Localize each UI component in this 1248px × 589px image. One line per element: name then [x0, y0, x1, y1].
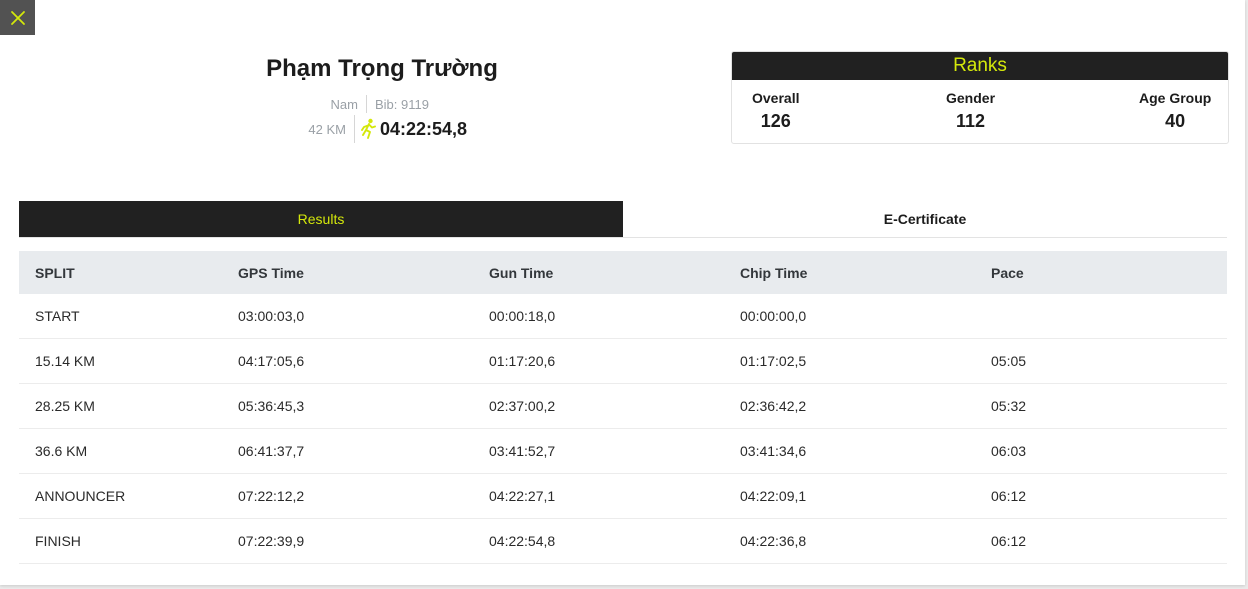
pace: 06:12	[975, 473, 1227, 519]
gps-time: 07:22:12,2	[222, 473, 473, 519]
rank-label: Age Group	[1139, 90, 1212, 106]
chip-time: 00:00:00,0	[724, 294, 975, 339]
table-row: FINISH 07:22:39,9 04:22:54,8 04:22:36,8 …	[19, 518, 1227, 564]
rank-overall: Overall 126	[752, 90, 799, 132]
close-icon	[10, 10, 25, 25]
table-row: 36.6 KM 06:41:37,7 03:41:52,7 03:41:34,6…	[19, 428, 1227, 474]
split-name: ANNOUNCER	[19, 473, 222, 519]
gps-time: 05:36:45,3	[222, 383, 473, 429]
split-name: 15.14 KM	[19, 338, 222, 384]
table-row: 28.25 KM 05:36:45,3 02:37:00,2 02:36:42,…	[19, 383, 1227, 429]
gps-time: 03:00:03,0	[222, 294, 473, 339]
table-row: 15.14 KM 04:17:05,6 01:17:20,6 01:17:02,…	[19, 338, 1227, 384]
rank-value: 112	[955, 111, 986, 131]
athlete-meta-row: Nam Bib: 9119	[300, 95, 429, 113]
column-header-gun-time: Gun Time	[489, 264, 554, 281]
gun-time: 00:00:18,0	[473, 294, 724, 339]
rank-label: Gender	[946, 90, 996, 106]
pace: 06:03	[975, 428, 1227, 474]
pace	[975, 294, 1227, 339]
ranks-card: Ranks Overall 126 Gender 112 Age Group 4…	[731, 51, 1229, 144]
split-name: START	[19, 294, 222, 339]
table-header-row: SPLIT GPS Time Gun Time Chip Time Pace	[19, 251, 1227, 294]
gun-time: 04:22:54,8	[473, 518, 724, 564]
split-name: 28.25 KM	[19, 383, 222, 429]
athlete-bib: Bib: 9119	[375, 96, 429, 112]
athlete-name: Phạm Trọng Trường	[266, 55, 498, 82]
table-row: ANNOUNCER 07:22:12,2 04:22:27,1 04:22:09…	[19, 473, 1227, 519]
column-header-pace: Pace	[991, 264, 1024, 281]
runner-icon	[361, 118, 376, 139]
split-name: FINISH	[19, 518, 222, 564]
divider	[366, 95, 367, 113]
athlete-result-row: 42 KM 04:22:54,8	[300, 115, 467, 143]
tab-e-certificate[interactable]: E-Certificate	[623, 201, 1227, 237]
column-header-split: SPLIT	[35, 264, 75, 281]
tab-results[interactable]: Results	[19, 201, 623, 237]
pace: 05:05	[975, 338, 1227, 384]
finish-time: 04:22:54,8	[380, 118, 468, 139]
gps-time: 07:22:39,9	[222, 518, 473, 564]
split-name: 36.6 KM	[19, 428, 222, 474]
gps-time: 06:41:37,7	[222, 428, 473, 474]
rank-value: 40	[1165, 111, 1186, 131]
athlete-gender: Nam	[330, 96, 358, 112]
gun-time: 02:37:00,2	[473, 383, 724, 429]
chip-time: 04:22:36,8	[724, 518, 975, 564]
ranks-title: Ranks	[732, 52, 1228, 80]
splits-table: SPLIT GPS Time Gun Time Chip Time Pace S…	[19, 251, 1227, 564]
rank-label: Overall	[752, 90, 800, 106]
result-modal: Phạm Trọng Trường Nam Bib: 9119 42 KM 04…	[0, 0, 1245, 585]
rank-gender: Gender 112	[946, 90, 995, 132]
gun-time: 03:41:52,7	[473, 428, 724, 474]
table-row: START 03:00:03,0 00:00:18,0 00:00:00,0	[19, 294, 1227, 339]
chip-time: 04:22:09,1	[724, 473, 975, 519]
chip-time: 01:17:02,5	[724, 338, 975, 384]
column-header-chip-time: Chip Time	[740, 264, 808, 281]
rank-value: 126	[760, 111, 791, 131]
close-button[interactable]	[0, 0, 35, 35]
pace: 05:32	[975, 383, 1227, 429]
tab-bar: Results E-Certificate	[19, 201, 1227, 238]
rank-age-group: Age Group 40	[1139, 90, 1211, 132]
chip-time: 03:41:34,6	[724, 428, 975, 474]
gps-time: 04:17:05,6	[222, 338, 473, 384]
race-distance: 42 KM	[308, 121, 346, 137]
gun-time: 04:22:27,1	[473, 473, 724, 519]
column-header-gps-time: GPS Time	[238, 264, 304, 281]
gun-time: 01:17:20,6	[473, 338, 724, 384]
divider	[354, 115, 355, 143]
pace: 06:12	[975, 518, 1227, 564]
chip-time: 02:36:42,2	[724, 383, 975, 429]
